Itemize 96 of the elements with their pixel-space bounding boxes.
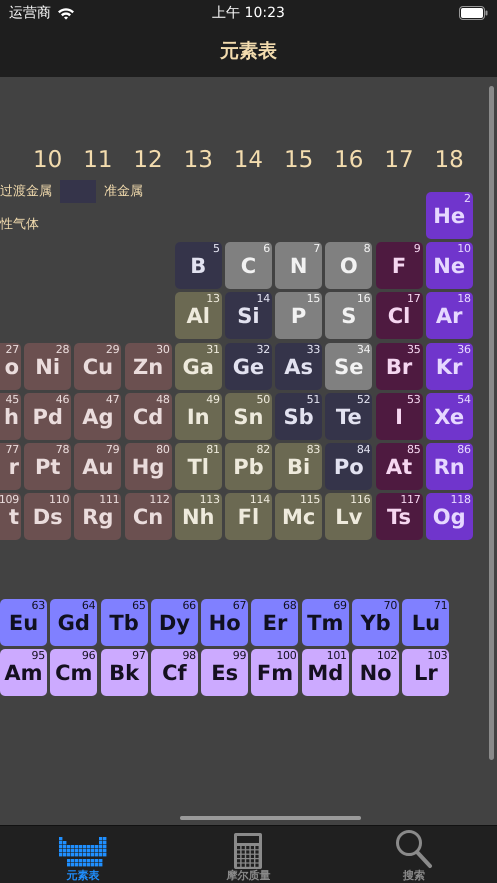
element-tile[interactable]: 31 Ga [174,342,222,390]
element-tile[interactable]: 118 Og [426,493,473,540]
element-tile[interactable]: 66 Dy [150,599,198,646]
element-tile[interactable]: 8 O [325,242,372,290]
element-tile[interactable]: 65 Tb [100,599,148,646]
legend-label: 性气体 [0,216,39,234]
group-number: 18 [434,148,465,172]
element-tile[interactable]: 95 Am [0,649,47,696]
element-tile[interactable]: 63 Eu [0,599,47,646]
element-tile[interactable]: 109 t [0,493,21,540]
horizontal-scroll-bar[interactable] [180,816,361,820]
element-tile[interactable]: 68 Er [251,599,298,646]
element-tile[interactable]: 78 Pt [24,442,72,490]
legend-label: 准金属 [104,182,143,201]
element-tile[interactable]: 9 F [376,242,422,290]
element-tile[interactable]: 15 P [275,292,322,340]
element-tile[interactable]: 48 Cd [124,392,172,440]
element-tile[interactable]: 116 Lv [325,493,372,540]
element-tile[interactable]: 18 Ar [426,292,473,340]
element-tile[interactable]: 2 He [426,192,473,239]
element-tile[interactable]: 69 Tm [302,599,349,646]
group-number: 15 [282,148,314,172]
element-tile[interactable]: 64 Gd [50,599,98,646]
element-tile[interactable]: 6 C [224,242,272,290]
element-tile[interactable]: 5 B [174,242,222,290]
element-tile[interactable]: 54 Xe [426,392,473,440]
element-tile[interactable]: 17 Cl [376,292,422,340]
element-tile[interactable]: 49 In [174,392,222,440]
element-tile[interactable]: 10 Ne [426,242,473,290]
element-tile[interactable]: 100 Fm [251,649,298,696]
element-tile[interactable]: 86 Rn [426,442,473,490]
element-tile[interactable]: 112 Cn [124,493,172,540]
legend-label: 过渡金属 [0,182,52,201]
element-tile[interactable]: 16 S [325,292,372,340]
group-number: 17 [383,148,415,172]
element-tile[interactable]: 32 Ge [224,342,272,390]
search-icon [395,829,434,869]
element-tile[interactable]: 13 Al [174,292,222,340]
element-tile[interactable]: 14 Si [224,292,272,340]
element-tile[interactable]: 117 Ts [376,493,422,540]
periodic-table-icon [58,837,107,869]
element-tile[interactable]: 79 Au [74,442,122,490]
group-number: 12 [132,148,164,172]
element-tile[interactable]: 85 At [376,442,422,490]
element-tile[interactable]: 52 Te [325,392,372,440]
group-number: 11 [82,148,114,172]
element-tile[interactable]: 80 Hg [124,442,172,490]
element-tile[interactable]: 34 Se [325,342,372,390]
element-tile[interactable]: 29 Cu [74,342,122,390]
group-number: 14 [232,148,264,172]
group-number: 13 [182,148,214,172]
battery-icon [458,6,488,20]
group-number: 16 [333,148,364,172]
element-tile[interactable]: 98 Cf [150,649,198,696]
element-tile[interactable]: 83 Bi [275,442,322,490]
element-tile[interactable]: 33 As [275,342,322,390]
element-tile[interactable]: 103 Lr [402,649,450,696]
element-tile[interactable]: 35 Br [376,342,422,390]
tab-button[interactable]: 搜索 [331,826,497,883]
element-tile[interactable]: 45 h [0,392,21,440]
element-tile[interactable]: 28 Ni [24,342,72,390]
element-tile[interactable]: 71 Lu [402,599,450,646]
nav-title: 元素表 [220,39,277,64]
element-tile[interactable]: 97 Bk [100,649,148,696]
element-tile[interactable]: 51 Sb [275,392,322,440]
tab-button[interactable]: 摩尔质量 [166,826,332,883]
element-tile[interactable]: 101 Md [302,649,349,696]
tab-button[interactable]: 元素表 [0,826,166,883]
element-tile[interactable]: 77 r [0,442,21,490]
element-tile[interactable]: 53 I [376,392,422,440]
element-tile[interactable]: 110 Ds [24,493,72,540]
element-tile[interactable]: 50 Sn [224,392,272,440]
group-number: 10 [32,148,64,172]
element-tile[interactable]: 30 Zn [124,342,172,390]
calculator-icon [234,833,262,869]
wifi-icon [57,6,75,20]
element-tile[interactable]: 46 Pd [24,392,72,440]
element-tile[interactable]: 84 Po [325,442,372,490]
vertical-scroll-bar[interactable] [489,86,494,760]
carrier-name: 运营商 [9,4,51,22]
element-tile[interactable]: 7 N [275,242,322,290]
element-tile[interactable]: 115 Mc [275,493,322,540]
element-tile[interactable]: 81 Tl [174,442,222,490]
element-tile[interactable]: 47 Ag [74,392,122,440]
clock-time: 上午 10:23 [212,4,285,22]
element-tile[interactable]: 99 Es [201,649,248,696]
element-tile[interactable]: 111 Rg [74,493,122,540]
element-tile[interactable]: 114 Fl [224,493,272,540]
element-tile[interactable]: 96 Cm [50,649,98,696]
element-tile[interactable]: 113 Nh [174,493,222,540]
element-tile[interactable]: 102 No [352,649,400,696]
element-tile[interactable]: 82 Pb [224,442,272,490]
element-tile[interactable]: 67 Ho [201,599,248,646]
element-tile[interactable]: 70 Yb [352,599,400,646]
element-tile[interactable]: 27 o [0,342,21,390]
element-tile[interactable]: 36 Kr [426,342,473,390]
